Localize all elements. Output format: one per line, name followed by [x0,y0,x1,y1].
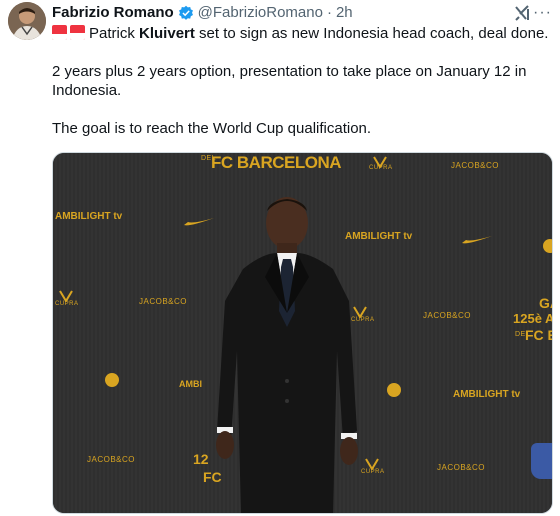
backdrop-jacob-1: JACOB&CO [451,161,500,170]
tweet-line-1-pre: Patrick [89,25,140,42]
tweet-line-1-bold: Kluivert [139,25,195,42]
tweet-line-1: Patrick Kluivert set to sign as new Indo… [52,24,552,43]
backdrop-jacob-3: JACOB&CO [423,311,472,320]
author-handle[interactable]: @FabrizioRomano [198,3,323,23]
flag-singapore-icon [52,25,67,40]
author-name[interactable]: Fabrizio Romano [52,3,174,23]
backdrop-right-fcba: FC BA [525,327,552,343]
backdrop-jacob-2: JACOB&CO [139,297,188,306]
tweet-header: Fabrizio Romano @FabrizioRomano · 2h [52,3,353,23]
backdrop-ambilight-1: AMBILIGHT tv [55,211,123,222]
backdrop-right-ga: GA [539,295,552,311]
backdrop-ambilight-3: AMBILIGHT tv [453,389,521,400]
backdrop-jacob-4: JACOB&CO [87,455,136,464]
spotify-logo-icon [105,373,119,387]
tweet-text: Patrick Kluivert set to sign as new Indo… [52,24,552,138]
backdrop-barcelona-text: FC BARCELONA [211,153,342,172]
header-separator: · [326,4,332,21]
club-crest-icon [531,443,552,479]
backdrop-cupra-1: CUPRA [369,165,393,171]
person-figure [216,197,358,513]
flags [52,25,85,40]
backdrop-jacob-5: JACOB&CO [437,463,486,472]
tweet-photo[interactable]: DEL FC BARCELONA CUPRA JACOB&CO AMBILIGH… [52,152,553,514]
tweet-line-1-post: set to sign as new Indonesia head coach,… [194,25,549,42]
tweet-line-3: The goal is to reach the World Cup quali… [52,120,372,137]
flag-indonesia-icon [70,25,85,40]
verified-badge-icon [178,5,194,21]
more-options-icon[interactable]: ··· [533,5,552,21]
author-avatar[interactable] [8,2,46,40]
tweet-timestamp[interactable]: 2h [336,3,353,23]
nike-swoosh-icon [462,236,492,244]
backdrop-cupra-2: CUPRA [55,301,79,307]
grok-icon[interactable] [512,3,532,23]
spotify-logo-icon [543,239,552,253]
backdrop-right-125: 125è A [513,311,553,326]
cupra-logo-icon [59,289,73,303]
tweet-line-2: 2 years plus 2 years option, presentatio… [52,63,531,99]
